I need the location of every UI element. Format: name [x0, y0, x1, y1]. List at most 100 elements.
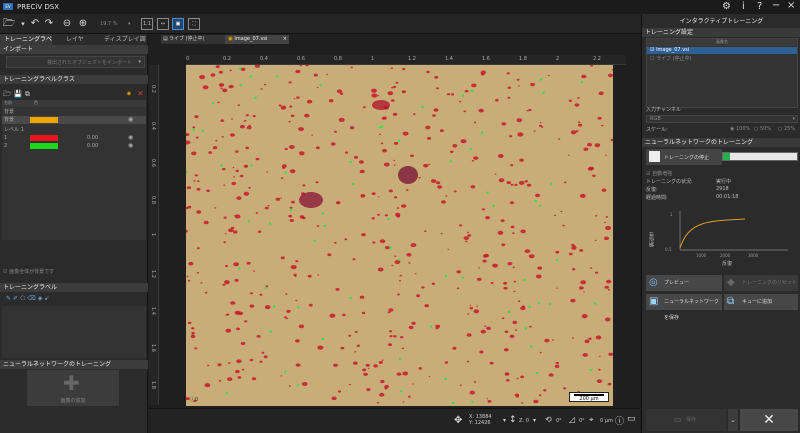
input-channel-select[interactable]: RGB ▾ — [646, 115, 798, 123]
save-icon: ▭ — [674, 415, 682, 424]
chart-x-label: 反復 — [722, 261, 733, 267]
delete-icon[interactable]: ✕ — [137, 89, 144, 98]
fit-window-button[interactable]: ▣ — [172, 18, 184, 30]
eraser-icon[interactable]: ⌫ — [27, 295, 37, 302]
tab-training-labels[interactable]: トレーニングラベル — [0, 34, 52, 54]
close-icon[interactable]: × — [787, 0, 795, 11]
nn-training-header: ニューラルネットワークのトレーニング — [642, 138, 800, 147]
y-tick: 1 — [670, 212, 673, 217]
title-bar: EV PRECiV DSX ⚙ i ? − × — [0, 0, 800, 14]
class-row[interactable]: 背景 ◉ — [2, 116, 146, 124]
ruler-tick: 1.2 — [150, 270, 156, 278]
ruler-tick: 0.4 — [260, 56, 268, 62]
zoom-out-icon[interactable]: ⊖ — [60, 17, 74, 31]
label-tools: ✎✐⬠⌫◈➹ — [6, 295, 51, 302]
ruler-tick: 1.6 — [150, 344, 156, 352]
background-checkbox[interactable]: ☑ 画像全体が背景です — [3, 268, 54, 275]
chevron-down-icon: ▾ — [792, 116, 795, 122]
microscope-image[interactable]: ⓘ0 200 µm — [186, 65, 613, 406]
ruler-tick: 1.6 — [482, 56, 490, 62]
save-icon[interactable]: 💾 — [14, 90, 23, 98]
image-corner-indicator: ⓘ0 — [190, 397, 199, 403]
tab-layers[interactable]: レイヤ — [62, 34, 92, 45]
rotate-icon: ⟲ — [545, 415, 552, 424]
similarity-chart: 1 0.5 1000 2000 3000 — [665, 211, 788, 258]
x-tick: 2000 — [720, 253, 731, 258]
fit-width-button[interactable]: ↔ — [157, 18, 169, 30]
scale-50[interactable]: ○ 50% — [754, 126, 771, 132]
rotation-value: 0° — [556, 418, 562, 424]
eye-icon: ◉ — [128, 142, 134, 149]
progress-fill — [723, 153, 731, 160]
pointer-icon[interactable]: ➹ — [44, 295, 51, 302]
color-swatch-2[interactable] — [30, 143, 58, 149]
folder-icon[interactable]: 🗁 — [3, 90, 12, 98]
preview-button[interactable]: ◎ プレビュー — [646, 275, 722, 291]
chart-y-label: 類似性 — [649, 232, 655, 247]
help-icon[interactable]: ? — [757, 1, 762, 12]
class-row[interactable]: 2 0.00 ◉ — [2, 142, 146, 150]
tab-image[interactable]: ▣ Image_07.vsi × — [225, 35, 289, 44]
eye-icon: ◉ — [128, 134, 134, 141]
save-network-button[interactable]: ▣ ニューラルネットワークを保存 — [646, 294, 722, 321]
ruler-tick: 0.2 — [223, 56, 231, 62]
reset-training-button[interactable]: ◆ トレーニングのリセット — [724, 275, 798, 291]
fullscreen-button[interactable]: ⛶ — [188, 18, 200, 30]
ruler-vertical: 0.20.40.60.811.21.41.61.82 — [149, 65, 159, 421]
zoom-in-icon[interactable]: ⊕ — [76, 17, 90, 31]
stage-dropdown-icon[interactable]: ▾ — [503, 417, 506, 424]
add-image-button[interactable]: ✚ 画像の追加 — [27, 370, 119, 406]
brush-icon[interactable]: ✎ — [6, 295, 13, 302]
scale-label: スケール: — [646, 127, 668, 133]
right-panel-title: インタラクティブトレーニング — [679, 18, 764, 25]
save-dropdown-icon[interactable]: ⌄ — [728, 409, 738, 431]
x-tick: 3000 — [748, 253, 759, 258]
similarity-line — [679, 218, 746, 249]
queue-icon: ⧉ — [727, 296, 735, 307]
color-swatch-background[interactable] — [30, 117, 58, 123]
z-dropdown-icon[interactable]: ▾ — [533, 417, 536, 424]
ruler-tick: 1 — [150, 233, 156, 237]
image-list-item[interactable]: ☐ ライブ (停止中) — [647, 55, 797, 62]
ruler-tick: 1.4 — [445, 56, 453, 62]
save-button[interactable]: ▭ 保存 — [646, 409, 726, 431]
tilt-icon: ◿ — [569, 415, 576, 424]
add-to-queue-button[interactable]: ⧉ キューに追加 — [724, 294, 798, 310]
settings-header: トレーニング設定 — [642, 28, 800, 37]
right-panel: インタラクティブトレーニング トレーニング設定 画像名 ☑ Image_07.v… — [641, 14, 800, 433]
undo-icon[interactable]: ↶ — [28, 17, 42, 31]
gear-icon[interactable]: ⚙ — [722, 1, 731, 12]
sun-icon[interactable]: ✷ — [126, 90, 132, 98]
class-row[interactable]: レベル 1 — [2, 126, 146, 134]
tab-live[interactable]: ▤ ライブ (停止中) — [161, 35, 225, 44]
status-value: 実行中 — [716, 179, 732, 185]
import-dropdown[interactable]: 検出されたオブジェクトをインポート ▾ — [6, 56, 145, 68]
import-header: インポート — [0, 45, 148, 54]
class-row[interactable]: 1 0.00 ◉ — [2, 134, 146, 142]
info-icon[interactable]: i — [742, 1, 745, 12]
zoom-level[interactable]: 19.7 % — [100, 21, 117, 27]
ruler-tick: 1 — [371, 56, 375, 62]
zoom-dropdown-icon[interactable]: ▾ — [128, 21, 131, 27]
scale-100[interactable]: ◉ 100% — [730, 126, 750, 132]
image-list-item[interactable]: ☑ Image_07.vsi — [647, 47, 797, 54]
one-to-one-button[interactable]: 1:1 — [141, 18, 153, 30]
comment-icon[interactable]: ▭ — [627, 414, 636, 424]
color-swatch-1[interactable] — [30, 135, 58, 141]
info-icon[interactable]: ⓘ — [615, 414, 624, 427]
pen-icon[interactable]: ✐ — [13, 295, 20, 302]
status-label: トレーニングの状況: — [646, 179, 693, 185]
scale-25[interactable]: ○ 25% — [778, 126, 795, 132]
minimize-icon[interactable]: − — [772, 0, 780, 11]
augmentation-checkbox[interactable]: ☑ 自動増強 — [646, 170, 672, 177]
copy-icon[interactable]: ⧉ — [25, 90, 30, 98]
open-folder-icon[interactable]: 🗁 — [2, 17, 16, 31]
redo-icon[interactable]: ↷ — [42, 17, 56, 31]
target-icon: ⌖ — [589, 415, 594, 424]
camera-icon: ▤ — [163, 36, 168, 42]
stop-training-button[interactable]: トレーニングの停止 — [646, 149, 722, 165]
close-training-button[interactable]: ✕ — [740, 409, 798, 431]
z-axis-icon: ↕ — [509, 415, 517, 425]
tab-display-adjust[interactable]: ディスプレイ調整 — [100, 34, 148, 54]
class-row[interactable]: 背景 — [2, 108, 146, 116]
